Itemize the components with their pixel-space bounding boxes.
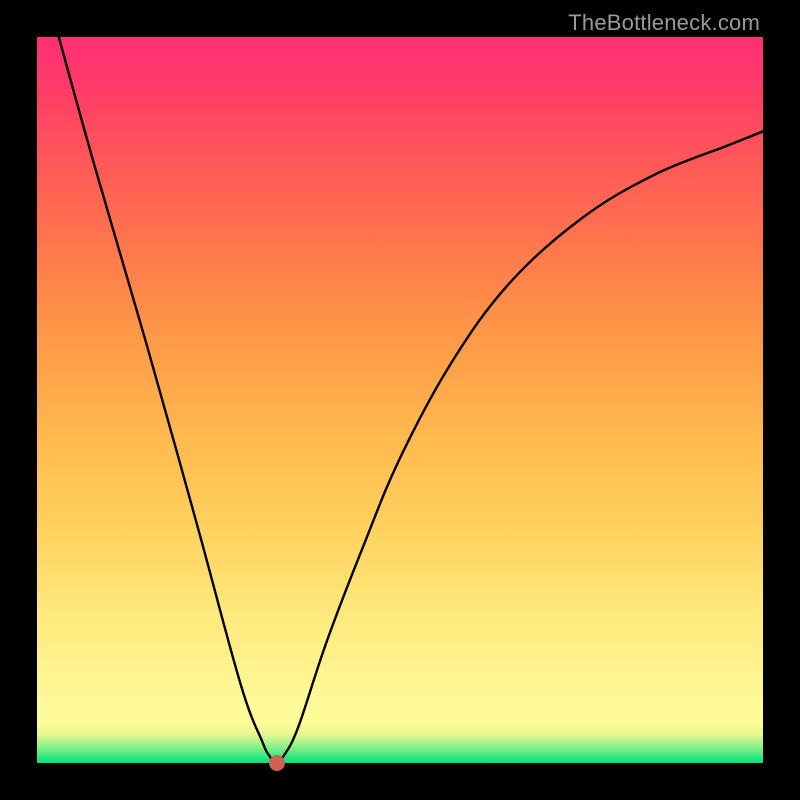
marker-dot	[269, 755, 285, 771]
bottleneck-curve-path	[59, 37, 763, 763]
watermark-text: TheBottleneck.com	[568, 10, 760, 36]
chart-frame: TheBottleneck.com	[0, 0, 800, 800]
curve-layer	[37, 37, 763, 763]
plot-area	[37, 37, 763, 763]
